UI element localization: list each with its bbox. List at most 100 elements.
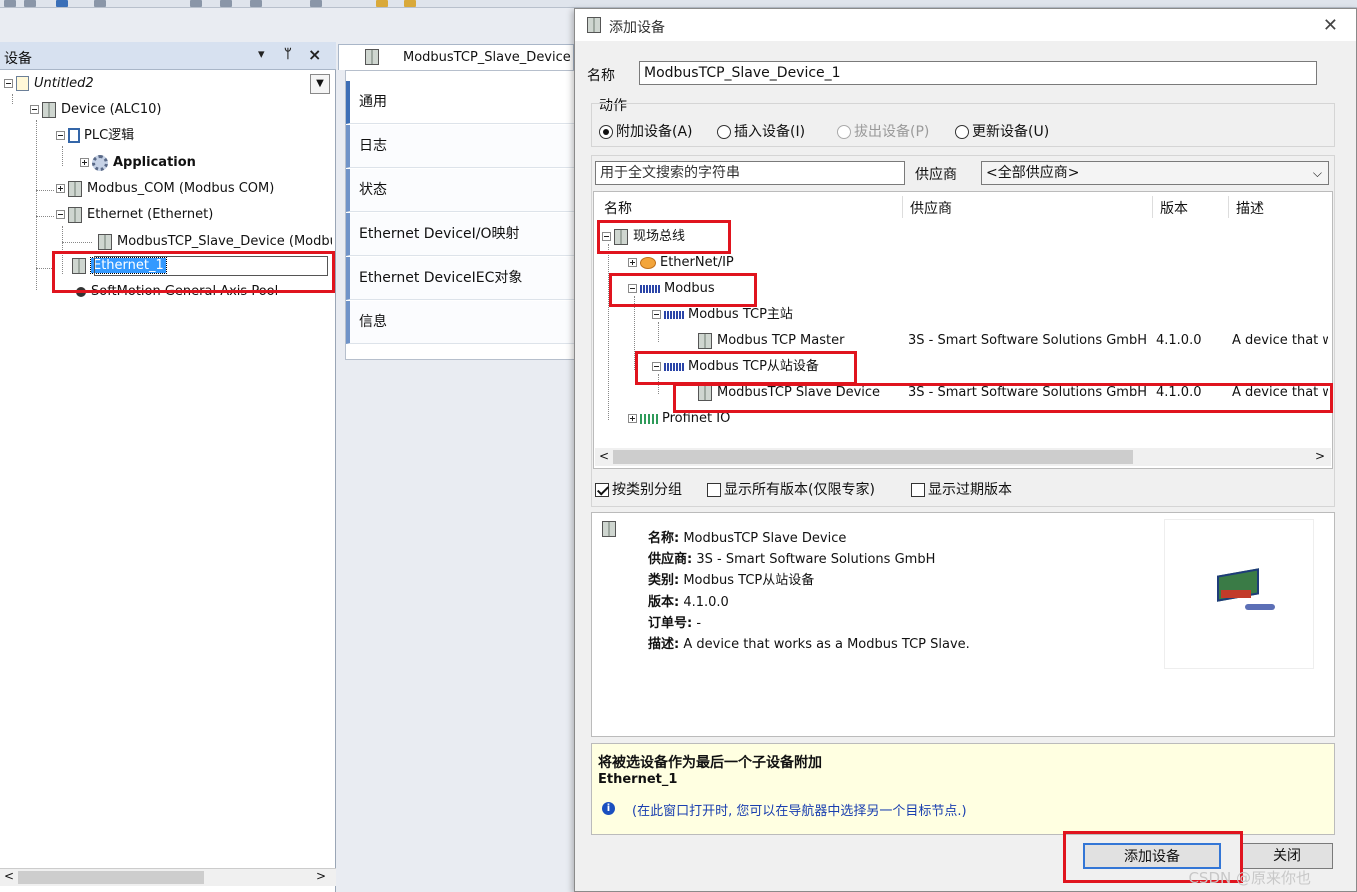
pin-icon[interactable]: ᛘ xyxy=(284,47,292,62)
name-input[interactable]: ModbusTCP_Slave_Device_1 xyxy=(639,61,1317,85)
info-key: 类别: xyxy=(648,573,680,588)
checkbox-show-outdated[interactable]: 显示过期版本 xyxy=(911,479,1012,499)
device-icon xyxy=(68,180,82,197)
name-label: 名称 xyxy=(587,68,615,84)
highlight-box xyxy=(52,251,335,293)
tree-node-label: ModbusTCP_Slave_Device (Modbus xyxy=(117,234,332,249)
editor-tab-iec-objects[interactable]: Ethernet DeviceIEC对象 xyxy=(346,257,576,300)
catalog-horizontal-scrollbar[interactable]: < > xyxy=(595,448,1331,466)
info-icon: i xyxy=(602,802,615,815)
collapse-icon[interactable] xyxy=(30,105,39,114)
device-info-panel: 名称: ModbusTCP Slave Device 供应商: 3S - Sma… xyxy=(591,512,1335,737)
dialog-title-bar: 添加设备 ✕ xyxy=(575,9,1356,41)
tree-node-application[interactable]: Application xyxy=(80,152,196,174)
checkbox-group-by-category[interactable]: 按类别分组 xyxy=(595,479,682,499)
highlight-box xyxy=(635,351,857,385)
checkbox-label: 显示过期版本 xyxy=(928,482,1012,498)
info-value: Modbus TCP从站设备 xyxy=(683,573,815,588)
column-header-vendor[interactable]: 供应商 xyxy=(910,198,952,218)
tree-node-modbustcp-slave[interactable]: ModbusTCP_Slave_Device (Modbus xyxy=(98,231,332,253)
column-header-version[interactable]: 版本 xyxy=(1160,198,1188,218)
radio-update[interactable]: 更新设备(U) xyxy=(955,121,1049,141)
editor-tab-io-mapping[interactable]: Ethernet DeviceI/O映射 xyxy=(346,213,576,256)
checkbox-show-all-versions[interactable]: 显示所有版本(仅限专家) xyxy=(707,479,875,499)
tree-node-label: PLC逻辑 xyxy=(84,128,135,143)
radio-unplug: 拔出设备(P) xyxy=(837,121,929,141)
toolbar-button-icon[interactable] xyxy=(56,0,68,7)
toolbar-button-icon[interactable] xyxy=(404,0,416,7)
name-input-value: ModbusTCP_Slave_Device_1 xyxy=(644,65,841,81)
toolbar-button-icon[interactable] xyxy=(376,0,388,7)
devices-panel-title: 设备 xyxy=(4,51,32,67)
highlight-box xyxy=(673,383,1333,413)
checkbox-icon xyxy=(911,483,925,497)
message-target: Ethernet_1 xyxy=(598,772,678,787)
horizontal-scrollbar[interactable]: < > xyxy=(0,868,336,886)
message-hint: (在此窗口打开时, 您可以在导航器中选择另一个目标节点.) xyxy=(632,804,967,819)
checkbox-label: 显示所有版本(仅限专家) xyxy=(724,482,875,498)
toolbar-button-icon[interactable] xyxy=(190,0,202,7)
scroll-thumb[interactable] xyxy=(613,450,1133,464)
tree-node-plc-logic[interactable]: PLC逻辑 xyxy=(56,125,134,147)
device-icon xyxy=(602,521,616,537)
catalog-row-label: Modbus TCP Master xyxy=(717,333,845,348)
vendor-select[interactable]: <全部供应商> ⌵ xyxy=(981,161,1329,185)
expand-icon[interactable] xyxy=(56,184,65,193)
toolbar-button-icon[interactable] xyxy=(310,0,322,7)
close-icon[interactable]: × xyxy=(308,45,321,64)
gear-icon xyxy=(92,154,108,171)
editor-tab-label: 日志 xyxy=(359,138,387,154)
expand-icon[interactable] xyxy=(628,414,637,423)
toolbar-button-icon[interactable] xyxy=(250,0,262,7)
radio-icon xyxy=(837,125,851,139)
toolbar-button-icon[interactable] xyxy=(24,0,36,7)
tree-node-device[interactable]: Device (ALC10) xyxy=(30,99,162,121)
info-value: 4.1.0.0 xyxy=(683,595,729,610)
scroll-thumb[interactable] xyxy=(18,871,204,884)
editor-tab-status[interactable]: 状态 xyxy=(346,169,576,212)
expand-icon[interactable] xyxy=(80,158,89,167)
checkbox-icon xyxy=(707,483,721,497)
tree-node-project[interactable]: Untitled2 xyxy=(4,73,94,95)
toolbar-button-icon[interactable] xyxy=(4,0,16,7)
search-input[interactable]: 用于全文搜索的字符串 xyxy=(595,161,905,185)
collapse-icon[interactable] xyxy=(652,310,661,319)
editor-tab-label: 信息 xyxy=(359,314,387,330)
tree-node-ethernet[interactable]: Ethernet (Ethernet) xyxy=(56,204,213,226)
toolbar-button-icon[interactable] xyxy=(94,0,106,7)
scroll-right-icon[interactable]: > xyxy=(1315,449,1325,463)
collapse-icon[interactable] xyxy=(56,131,65,140)
toolbar-button-icon[interactable] xyxy=(220,0,232,7)
editor-tab-label: Ethernet DeviceIEC对象 xyxy=(359,270,523,286)
editor-tab-info[interactable]: 信息 xyxy=(346,301,576,344)
collapse-icon[interactable] xyxy=(4,79,13,88)
editor-tab-log[interactable]: 日志 xyxy=(346,125,576,168)
collapse-icon[interactable] xyxy=(56,210,65,219)
tree-node-modbus-com[interactable]: Modbus_COM (Modbus COM) xyxy=(56,178,274,200)
message-headline: 将被选设备作为最后一个子设备附加 xyxy=(598,755,822,771)
dialog-close-icon[interactable]: ✕ xyxy=(1323,15,1338,36)
radio-insert[interactable]: 插入设备(I) xyxy=(717,121,805,141)
editor-tab[interactable]: ModbusTCP_Slave_Device xyxy=(338,44,574,70)
panel-menu-icon[interactable]: ▾ xyxy=(258,47,265,62)
search-placeholder: 用于全文搜索的字符串 xyxy=(600,165,740,181)
scroll-left-icon[interactable]: < xyxy=(4,869,14,883)
device-icon xyxy=(98,233,112,250)
highlight-box xyxy=(609,273,757,307)
close-button[interactable]: 关闭 xyxy=(1241,843,1333,869)
radio-icon xyxy=(599,125,613,139)
devices-panel-header: 设备 ▾ ᛘ × xyxy=(0,42,336,70)
column-header-description[interactable]: 描述 xyxy=(1236,198,1264,218)
scroll-left-icon[interactable]: < xyxy=(599,449,609,463)
devices-panel: 设备 ▾ ᛘ × Untitled2 ▼ Device (ALC10) PLC逻… xyxy=(0,42,336,892)
tree-node-label: Ethernet (Ethernet) xyxy=(87,207,214,222)
checkbox-icon xyxy=(595,483,609,497)
device-icon xyxy=(42,101,56,118)
editor-tab-general[interactable]: 通用 xyxy=(346,81,576,124)
device-icon xyxy=(698,332,712,349)
radio-append[interactable]: 附加设备(A) xyxy=(599,121,693,141)
tree-dropdown-button[interactable]: ▼ xyxy=(310,74,330,94)
scroll-right-icon[interactable]: > xyxy=(316,869,326,883)
expand-icon[interactable] xyxy=(628,258,637,267)
column-header-name[interactable]: 名称 xyxy=(604,198,632,218)
